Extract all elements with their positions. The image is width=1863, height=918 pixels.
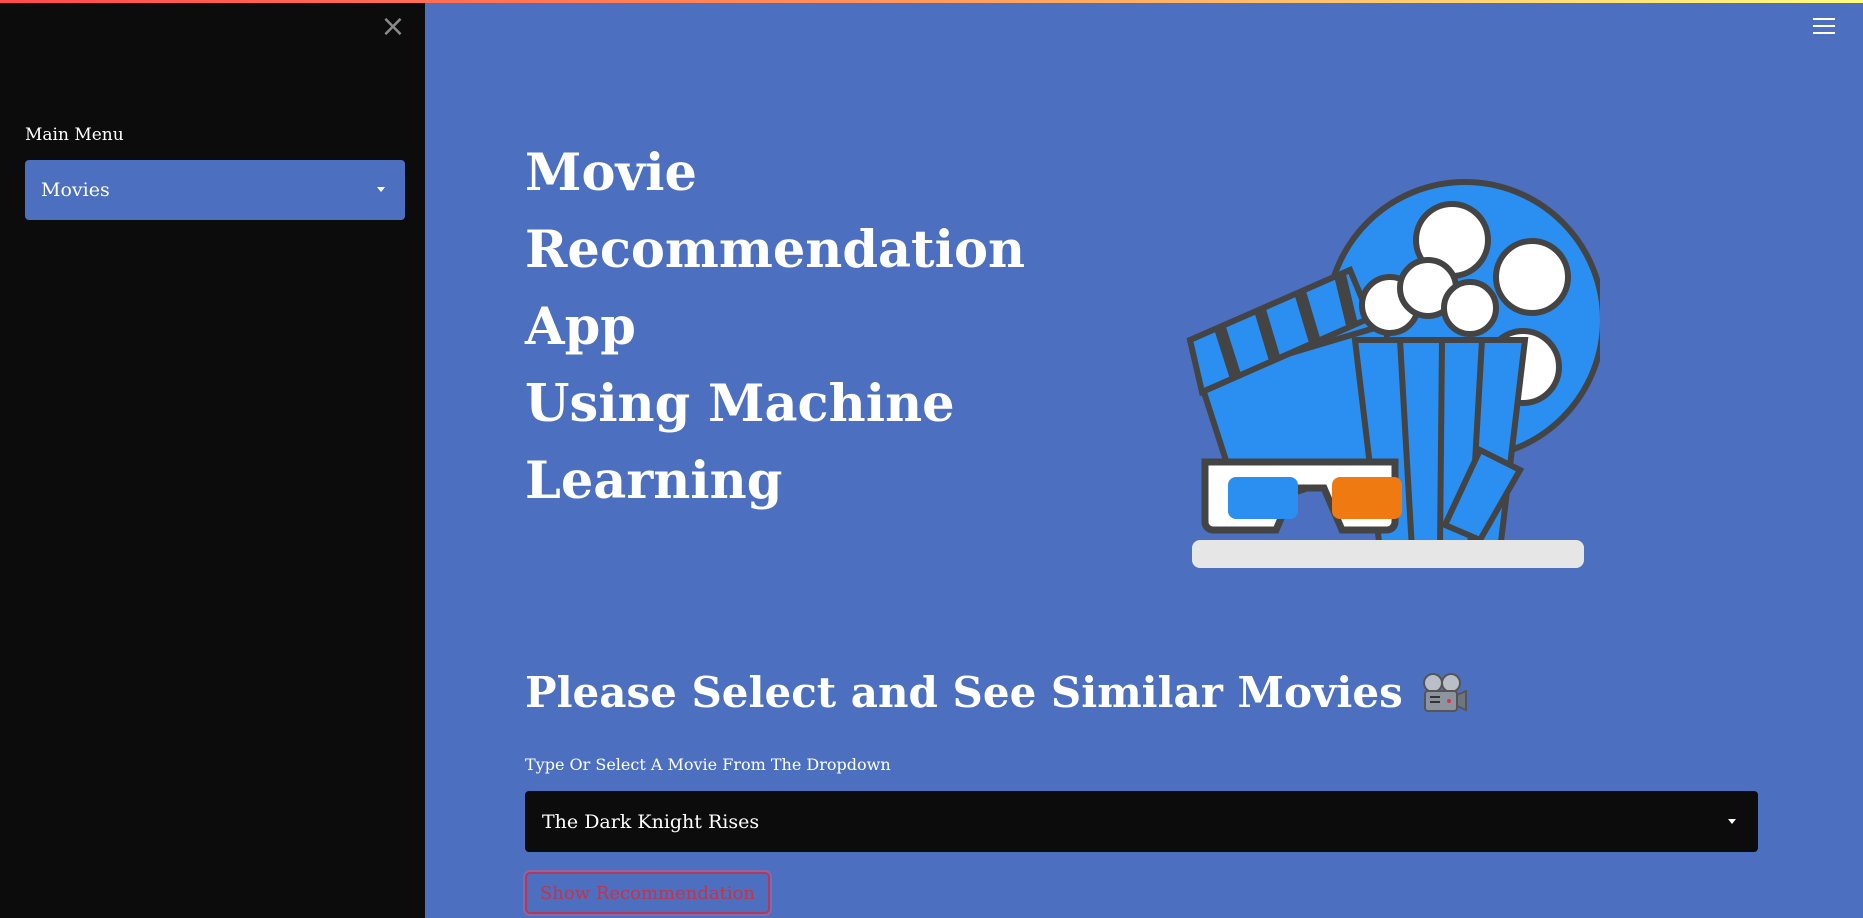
title-line: Using Machine bbox=[525, 374, 955, 434]
main-menu-selected-value: Movies bbox=[41, 179, 110, 201]
section-heading-text: Please Select and See Similar Movies bbox=[525, 668, 1403, 717]
movie-select-value: The Dark Knight Rises bbox=[542, 810, 760, 833]
page-title: Movie Recommendation App Using Machine L… bbox=[525, 135, 1125, 520]
top-decoration-stripe bbox=[0, 0, 1863, 3]
cinema-illustration bbox=[1186, 179, 1600, 568]
title-line: Learning bbox=[525, 451, 783, 511]
title-line: Movie bbox=[525, 143, 697, 203]
section-heading: Please Select and See Similar Movies bbox=[525, 668, 1467, 717]
hamburger-icon[interactable] bbox=[1813, 18, 1835, 36]
chevron-down-icon bbox=[1728, 819, 1736, 824]
sidebar: × Main Menu Movies bbox=[0, 0, 425, 918]
main-menu-select[interactable]: Movies bbox=[25, 160, 405, 220]
close-icon[interactable]: × bbox=[380, 12, 406, 42]
movie-select[interactable]: The Dark Knight Rises bbox=[525, 791, 1758, 852]
chevron-down-icon bbox=[377, 187, 385, 192]
movie-camera-icon bbox=[1422, 672, 1467, 712]
movie-select-label: Type Or Select A Movie From The Dropdown bbox=[525, 755, 891, 774]
show-recommendation-button[interactable]: Show Recommendation bbox=[525, 872, 770, 914]
title-line: Recommendation App bbox=[525, 220, 1026, 357]
main-menu-label: Main Menu bbox=[25, 125, 124, 145]
